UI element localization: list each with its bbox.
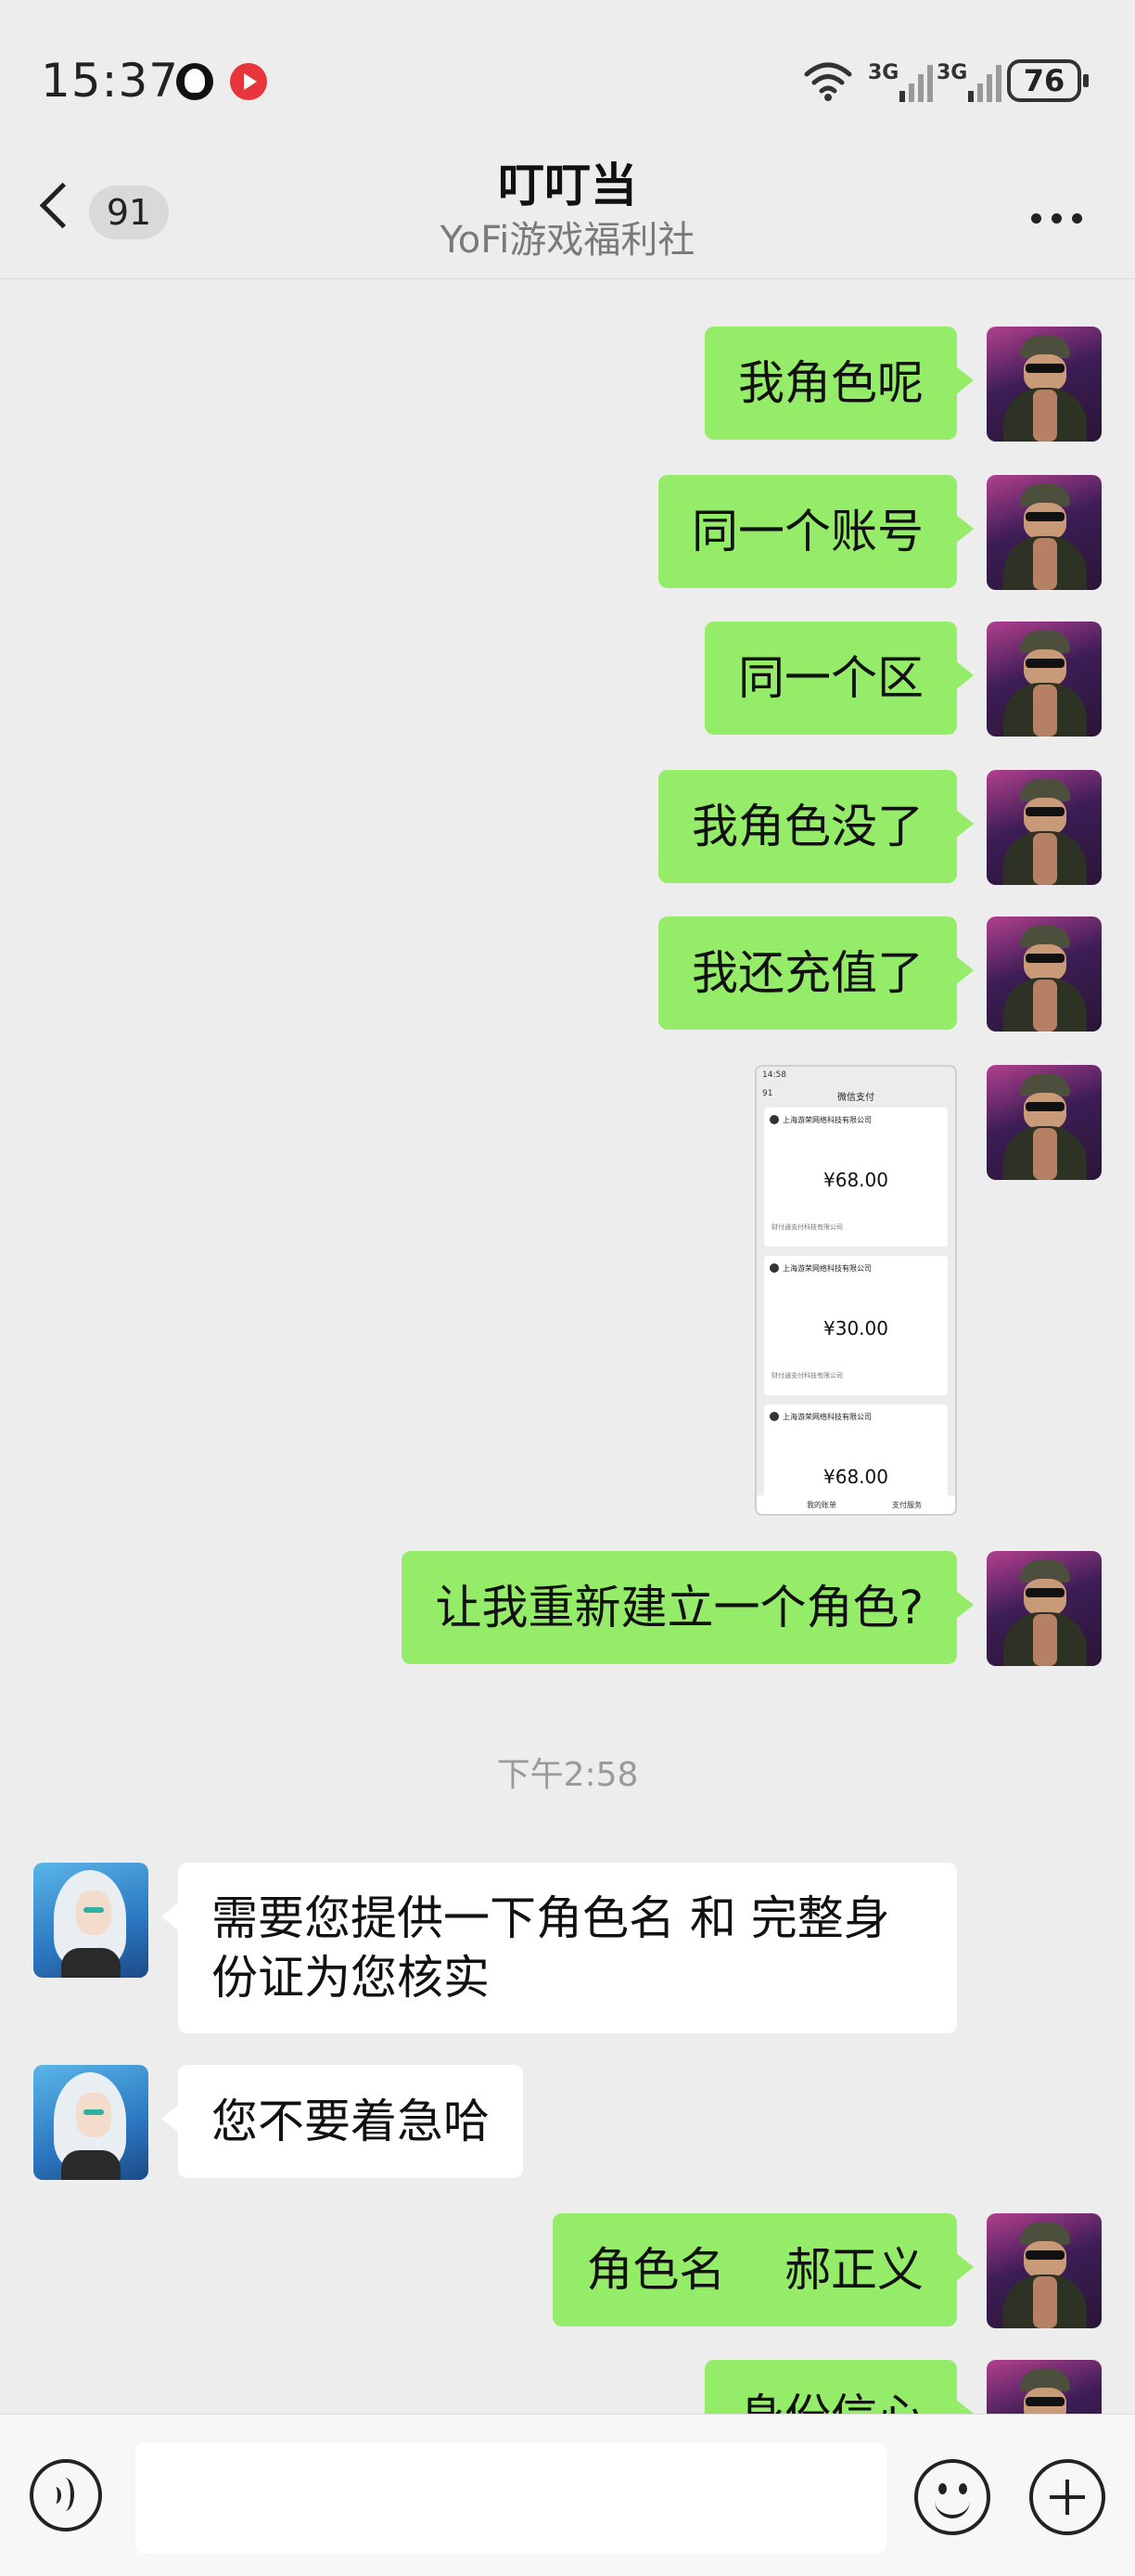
- more-options-icon[interactable]: [1024, 200, 1089, 237]
- message-bubble-sent[interactable]: 我角色呢: [705, 327, 974, 440]
- my-avatar[interactable]: [987, 916, 1102, 1032]
- more-functions-plus-icon[interactable]: [1029, 2459, 1105, 2535]
- merchant-name: 上海游荣网络科技有限公司: [783, 1264, 872, 1273]
- my-avatar[interactable]: [987, 327, 1102, 442]
- cellular-signal-1: 3G: [868, 61, 933, 102]
- message-bubble-received[interactable]: 需要您提供一下角色名 和 完整身份证为您核实: [161, 1863, 957, 2033]
- voice-input-icon[interactable]: [30, 2459, 102, 2531]
- message-input[interactable]: [135, 2442, 886, 2554]
- message-bubble-sent[interactable]: 同一个区: [705, 622, 974, 735]
- payment-amount: ¥30.00: [823, 1317, 888, 1339]
- footer-left-label: 我的账单: [807, 1501, 836, 1509]
- message-bubble-sent[interactable]: 同一个账号: [658, 475, 974, 588]
- cellular-signal-2: 3G: [937, 61, 1001, 102]
- message-bubble-sent[interactable]: 我还充值了: [658, 916, 974, 1030]
- my-avatar[interactable]: [987, 1065, 1102, 1180]
- my-avatar[interactable]: [987, 770, 1102, 885]
- contact-avatar[interactable]: [33, 1863, 148, 1978]
- chat-subtitle: YoFi游戏福利社: [440, 219, 695, 262]
- merchant-name: 上海游荣网络科技有限公司: [783, 1116, 872, 1124]
- status-bar: 15:37 3G 3G 76: [0, 0, 1135, 158]
- qq-notification-icon: [176, 63, 213, 100]
- screenshot-footer: 我的账单 支付服务: [757, 1495, 955, 1514]
- signal-bars-icon: [899, 65, 933, 102]
- merchant-name: 上海游荣网络科技有限公司: [783, 1413, 872, 1421]
- screenshot-status-time: 14:58: [762, 1070, 786, 1080]
- payment-amount: ¥68.00: [823, 1169, 888, 1191]
- my-avatar[interactable]: [987, 1551, 1102, 1666]
- battery-indicator: 76: [1007, 59, 1089, 102]
- message-bubble-sent[interactable]: 让我重新建立一个角色?: [402, 1551, 974, 1664]
- screenshot-title: 微信支付: [837, 1093, 874, 1103]
- status-time: 15:37: [41, 54, 180, 108]
- contact-avatar[interactable]: [33, 2065, 148, 2180]
- my-avatar[interactable]: [987, 622, 1102, 737]
- footer-right-label: 支付服务: [892, 1501, 922, 1509]
- payee-name: 财付通支付科技有限公司: [772, 1224, 843, 1231]
- message-bubble-sent[interactable]: 角色名 郝正义: [553, 2213, 974, 2326]
- chat-header: 91 叮叮当 YoFi游戏福利社: [0, 139, 1135, 279]
- message-bubble-received[interactable]: 您不要着急哈: [161, 2065, 523, 2178]
- video-notification-icon: [230, 63, 267, 100]
- wifi-icon: [804, 62, 852, 101]
- emoji-icon[interactable]: [914, 2459, 990, 2535]
- payment-record-card: 上海游荣网络科技有限公司 ¥68.00 财付通支付科技有限公司: [764, 1108, 948, 1247]
- my-avatar[interactable]: [987, 2213, 1102, 2328]
- payment-amount: ¥68.00: [823, 1466, 888, 1488]
- signal-bars-icon: [968, 65, 1001, 102]
- message-bubble-sent[interactable]: 我角色没了: [658, 770, 974, 883]
- payment-record-card: 上海游荣网络科技有限公司 ¥30.00 财付通支付科技有限公司: [764, 1256, 948, 1395]
- chat-title: 叮叮当: [498, 159, 637, 212]
- payee-name: 财付通支付科技有限公司: [772, 1372, 843, 1379]
- my-avatar[interactable]: [987, 475, 1102, 590]
- message-timestamp: 下午2:58: [496, 1756, 639, 1794]
- payment-screenshot-image[interactable]: 14:58 91 微信支付 上海游荣网络科技有限公司 ¥68.00 财付通支付科…: [755, 1065, 957, 1516]
- chat-input-bar: [0, 2414, 1135, 2576]
